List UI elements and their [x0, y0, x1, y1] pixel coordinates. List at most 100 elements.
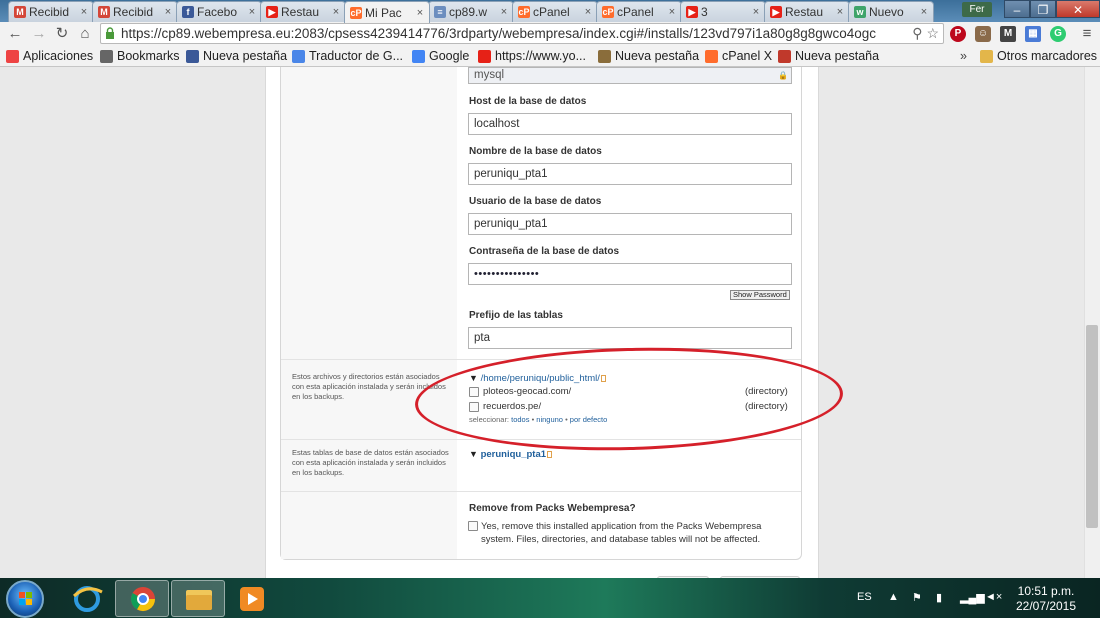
profile-badge[interactable]: Fer: [962, 2, 992, 17]
tab-favicon-icon: w: [854, 6, 866, 18]
folder-icon: [980, 49, 993, 63]
chrome-taskbar-icon[interactable]: [115, 580, 169, 617]
bookmark-item[interactable]: Nueva pestaña: [186, 49, 287, 63]
bookmark-label: Nueva pestaña: [615, 49, 700, 63]
browser-tab[interactable]: cP cPanel ×: [596, 1, 682, 22]
tab-close-icon[interactable]: ×: [414, 7, 426, 19]
file-icon: [547, 451, 553, 458]
expand-arrow-icon: ▼: [469, 449, 478, 459]
browser-tab[interactable]: ▶ Restau ×: [764, 1, 850, 22]
address-bar[interactable]: https://cp89.webempresa.eu:2083/cpsess42…: [100, 23, 944, 44]
bookmark-item[interactable]: cPanel X: [705, 49, 772, 63]
page-viewport: mysql 🔒 Host de la base de datos localho…: [0, 67, 1084, 578]
browser-tab[interactable]: cP Mi Pac ×: [344, 1, 430, 23]
bookmark-item[interactable]: Aplicaciones: [6, 49, 93, 63]
bookmark-label: Nueva pestaña: [795, 49, 880, 63]
back-icon[interactable]: ←: [6, 25, 24, 43]
star-icon[interactable]: ☆: [926, 25, 939, 41]
bookmark-item[interactable]: https://www.yo...: [478, 49, 586, 63]
media-player-taskbar-icon[interactable]: [225, 580, 279, 617]
db-type-field: mysql 🔒: [468, 67, 792, 84]
network-icon[interactable]: ▂▄▆: [960, 591, 985, 604]
pinterest-extension-icon[interactable]: P: [950, 26, 966, 42]
system-clock[interactable]: 10:51 p.m. 22/07/2015: [1010, 584, 1082, 614]
bookmark-label: https://www.yo...: [495, 49, 587, 63]
tab-close-icon[interactable]: ×: [834, 6, 846, 18]
show-hidden-icons[interactable]: ▲: [888, 591, 899, 603]
menu-icon[interactable]: ≡: [1078, 25, 1096, 43]
gmail-extension-icon[interactable]: M: [1000, 26, 1016, 42]
maximize-button[interactable]: ❐: [1030, 0, 1056, 18]
bookmark-favicon-icon: [6, 49, 19, 63]
tab-label: Restau: [281, 5, 320, 19]
language-indicator[interactable]: ES: [857, 591, 872, 603]
browser-tab[interactable]: cP cPanel ×: [512, 1, 598, 22]
show-password-button[interactable]: Show Password: [730, 290, 790, 300]
bookmark-item[interactable]: Bookmarks: [100, 49, 180, 63]
scrollbar-thumb[interactable]: [1086, 325, 1098, 528]
tab-close-icon[interactable]: ×: [246, 6, 258, 18]
window-controls: – ❐ ✕: [1004, 0, 1100, 20]
tab-strip: M Recibid × M Recibid × f Facebo × ▶ Restau × cP Mi P…: [0, 0, 1100, 23]
dbpass-label: Contraseña de la base de datos: [469, 246, 620, 257]
tab-close-icon[interactable]: ×: [582, 6, 594, 18]
browser-tab[interactable]: f Facebo ×: [176, 1, 262, 22]
dbuser-input[interactable]: peruniqu_pta1: [468, 213, 792, 235]
tab-favicon-icon: ▶: [686, 6, 698, 18]
forward-icon[interactable]: →: [30, 25, 48, 43]
tab-label: Facebo: [197, 5, 238, 19]
dbname-input[interactable]: peruniqu_pta1: [468, 163, 792, 185]
bookmark-favicon-icon: [478, 49, 491, 63]
other-bookmarks[interactable]: Otros marcadores: [980, 49, 1097, 63]
browser-tab[interactable]: ▶ 3 ×: [680, 1, 766, 22]
browser-tab[interactable]: w Nuevo ×: [848, 1, 934, 22]
action-center-flag-icon[interactable]: ⚑: [912, 591, 922, 604]
explorer-taskbar-icon[interactable]: [171, 580, 225, 617]
bookmarks-bar: Aplicaciones Bookmarks Nueva pestaña Traduc…: [0, 46, 1100, 67]
browser-tab[interactable]: ≡ cp89.w ×: [428, 1, 514, 22]
remove-checkbox[interactable]: [468, 521, 478, 531]
bookmark-favicon-icon: [778, 49, 791, 63]
tab-label: Restau: [785, 5, 824, 19]
home-icon[interactable]: ⌂: [76, 25, 94, 43]
tab-close-icon[interactable]: ×: [330, 6, 342, 18]
bookmark-item[interactable]: Traductor de G...: [292, 49, 403, 63]
power-icon[interactable]: ▮: [936, 591, 942, 604]
tab-label: cp89.w: [449, 5, 488, 19]
tab-close-icon[interactable]: ×: [666, 6, 678, 18]
tab-close-icon[interactable]: ×: [78, 6, 90, 18]
bookmark-favicon-icon: [705, 49, 718, 63]
calendar-extension-icon[interactable]: ▦: [1025, 26, 1041, 42]
bookmark-item[interactable]: Nueva pestaña: [598, 49, 699, 63]
browser-tab[interactable]: M Recibid ×: [8, 1, 94, 22]
dbpass-input[interactable]: •••••••••••••••: [468, 263, 792, 285]
close-window-button[interactable]: ✕: [1056, 0, 1100, 18]
bookmarks-overflow-icon[interactable]: »: [960, 49, 967, 63]
tab-close-icon[interactable]: ×: [918, 6, 930, 18]
divider: [281, 491, 801, 492]
avatar-extension-icon[interactable]: ☺: [975, 26, 991, 42]
tab-close-icon[interactable]: ×: [498, 6, 510, 18]
prefix-input[interactable]: pta: [468, 327, 792, 349]
bookmark-item[interactable]: Nueva pestaña: [778, 49, 879, 63]
volume-icon[interactable]: ◄×: [985, 591, 1002, 603]
reload-icon[interactable]: ↻: [53, 25, 71, 43]
minimize-button[interactable]: –: [1004, 0, 1030, 18]
ie-taskbar-icon[interactable]: [60, 580, 114, 617]
zoom-icon[interactable]: ⚲: [912, 25, 922, 41]
grammarly-extension-icon[interactable]: G: [1050, 26, 1066, 42]
start-button[interactable]: [6, 580, 44, 618]
bookmark-label: Nueva pestaña: [203, 49, 288, 63]
tables-root[interactable]: ▼ peruniqu_pta1: [469, 449, 553, 460]
tab-favicon-icon: f: [182, 6, 194, 18]
tab-favicon-icon: M: [14, 6, 26, 18]
browser-tab[interactable]: M Recibid ×: [92, 1, 178, 22]
tab-close-icon[interactable]: ×: [162, 6, 174, 18]
tab-close-icon[interactable]: ×: [750, 6, 762, 18]
url-text: https://cp89.webempresa.eu:2083/cpsess42…: [121, 26, 877, 41]
tab-favicon-icon: M: [98, 6, 110, 18]
bookmark-item[interactable]: Google: [412, 49, 469, 63]
tab-label: cPanel: [533, 5, 570, 19]
browser-tab[interactable]: ▶ Restau ×: [260, 1, 346, 22]
host-input[interactable]: localhost: [468, 113, 792, 135]
